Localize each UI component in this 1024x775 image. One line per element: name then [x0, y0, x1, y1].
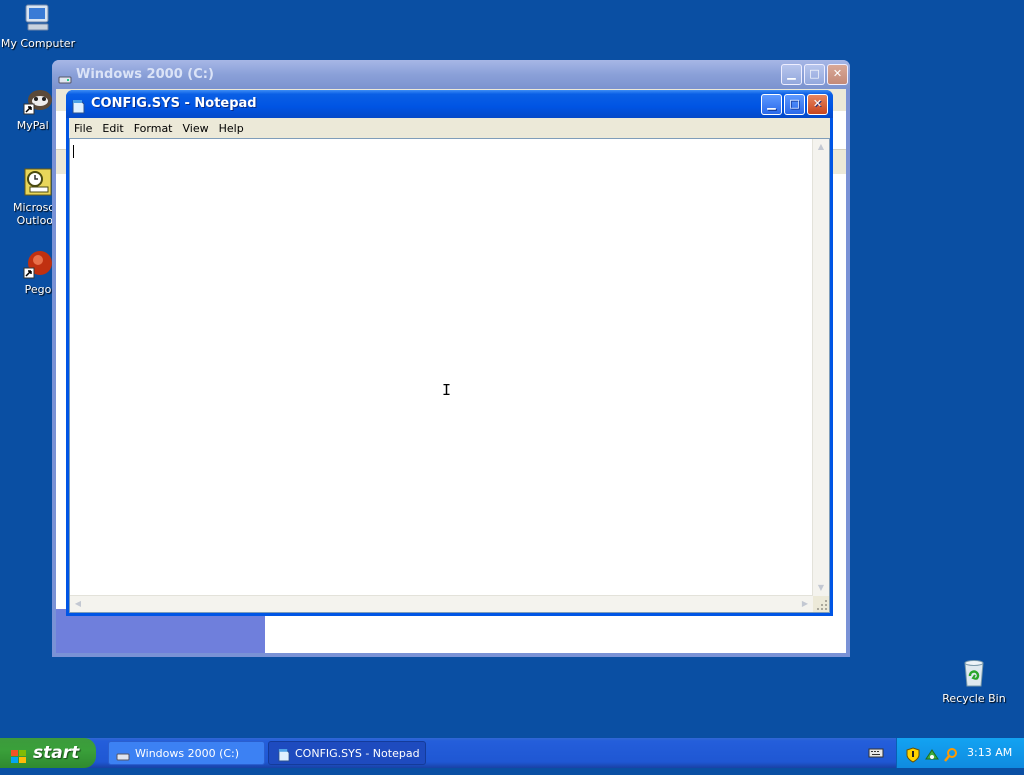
vertical-scrollbar[interactable]: ▲ ▼ — [812, 139, 829, 596]
minimize-button[interactable]: ▁ — [781, 64, 802, 85]
search-icon[interactable] — [943, 745, 959, 775]
menu-file[interactable]: File — [69, 122, 97, 135]
notepad-window-title: CONFIG.SYS - Notepad — [91, 96, 257, 111]
desktop-icon-my-computer[interactable]: My Computer — [0, 2, 76, 50]
close-icon: ✕ — [832, 67, 843, 80]
i-beam-cursor-icon: I — [442, 381, 452, 399]
my-computer-icon — [22, 2, 54, 34]
minimize-icon: ▁ — [787, 67, 796, 80]
system-tray: 3:13 AM — [896, 738, 1024, 768]
text-caret — [73, 145, 74, 158]
notepad-text-area[interactable]: I ▲ ▼ ◀ ▶ — [69, 138, 830, 613]
maximize-icon: □ — [809, 67, 820, 80]
start-button[interactable]: start — [0, 738, 96, 768]
menu-edit[interactable]: Edit — [97, 122, 128, 135]
close-button[interactable]: ✕ — [827, 64, 848, 85]
desktop-icon-label: My Computer — [0, 37, 76, 50]
security-shield-icon[interactable] — [906, 745, 920, 775]
close-icon: ✕ — [812, 97, 823, 110]
taskbar-button-label: Windows 2000 (C:) — [135, 747, 240, 760]
explorer-window-title: Windows 2000 (C:) — [76, 67, 214, 82]
start-label: start — [33, 743, 80, 763]
clock[interactable]: 3:13 AM — [967, 738, 1012, 768]
recycle-bin-icon — [958, 657, 990, 689]
scroll-left-button[interactable]: ◀ — [70, 596, 86, 612]
menu-view[interactable]: View — [178, 122, 214, 135]
drive-icon — [116, 748, 130, 764]
menu-help[interactable]: Help — [214, 122, 249, 135]
scroll-right-button[interactable]: ▶ — [797, 596, 813, 612]
maximize-icon: □ — [789, 97, 800, 110]
minimize-button[interactable]: ▁ — [761, 94, 782, 115]
explorer-titlebar[interactable]: Windows 2000 (C:) ▁ □ ✕ — [52, 60, 850, 89]
mypal-icon — [22, 84, 54, 116]
outlook-icon — [22, 166, 54, 198]
taskbar: start Windows 2000 (C:) CONFIG.SYS - Not… — [0, 738, 1024, 768]
network-icon[interactable] — [924, 745, 940, 775]
menu-format[interactable]: Format — [129, 122, 178, 135]
taskbar-button-notepad[interactable]: CONFIG.SYS - Notepad — [268, 741, 426, 765]
taskbar-button-label: CONFIG.SYS - Notepad — [295, 747, 420, 760]
resize-grip[interactable] — [813, 596, 829, 612]
notepad-window[interactable]: CONFIG.SYS - Notepad ▁ □ ✕ File Edit For… — [66, 90, 833, 616]
notepad-icon — [278, 747, 290, 764]
keyboard-icon[interactable] — [868, 747, 884, 762]
maximize-button[interactable]: □ — [784, 94, 805, 115]
scroll-down-button[interactable]: ▼ — [813, 580, 829, 596]
desktop-icon-label: Recycle Bin — [942, 692, 1006, 705]
maximize-button[interactable]: □ — [804, 64, 825, 85]
notepad-titlebar[interactable]: CONFIG.SYS - Notepad ▁ □ ✕ — [66, 90, 833, 118]
horizontal-scrollbar[interactable]: ◀ ▶ — [70, 595, 813, 612]
minimize-icon: ▁ — [767, 97, 776, 110]
taskbar-button-explorer[interactable]: Windows 2000 (C:) — [108, 741, 265, 765]
windows-logo-icon — [10, 745, 28, 775]
scroll-up-button[interactable]: ▲ — [813, 139, 829, 155]
desktop-icon-recycle-bin[interactable]: Recycle Bin — [936, 657, 1012, 705]
close-button[interactable]: ✕ — [807, 94, 828, 115]
pego-icon — [22, 248, 54, 280]
notepad-menubar: File Edit Format View Help — [69, 118, 830, 138]
